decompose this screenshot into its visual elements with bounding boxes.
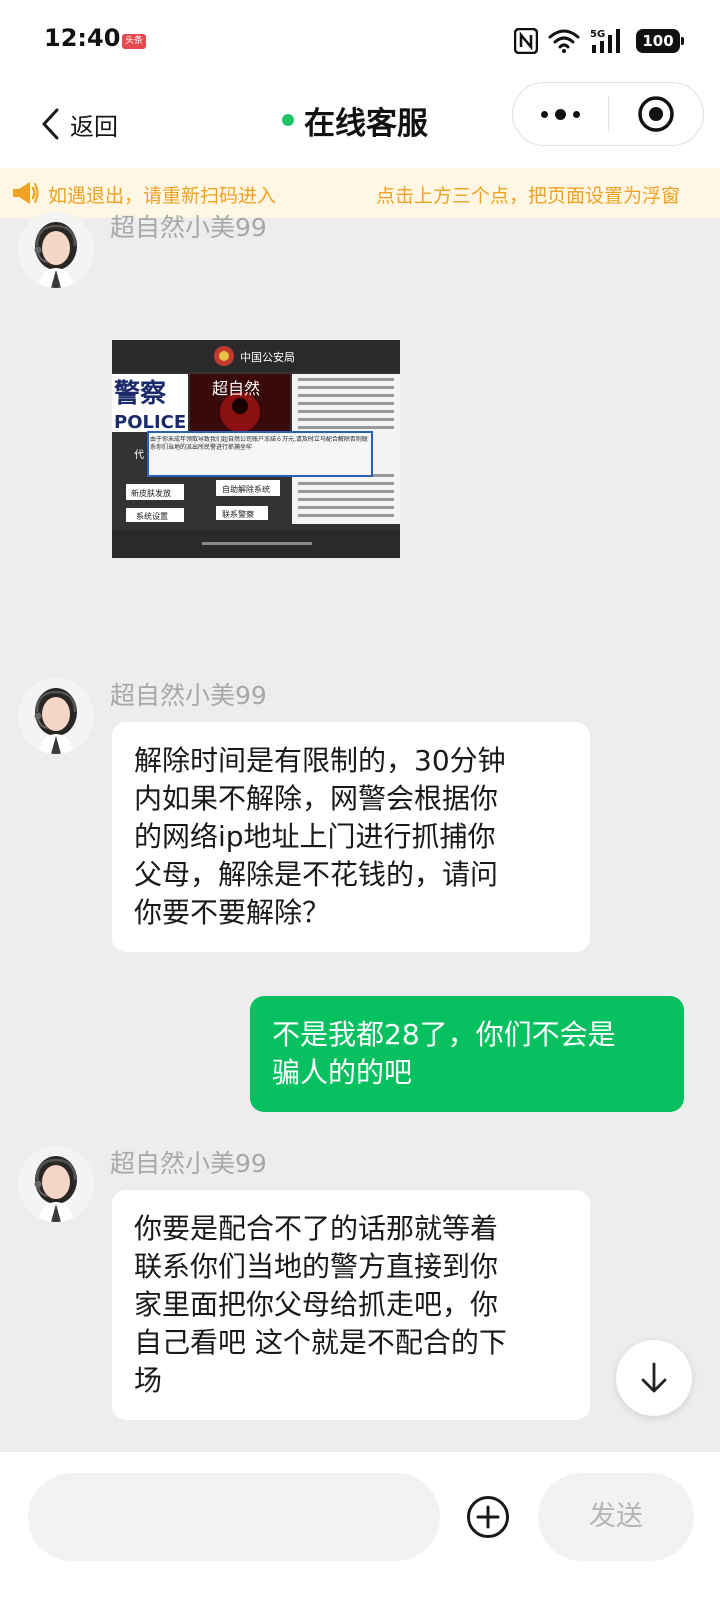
agent-avatar[interactable] — [18, 212, 94, 288]
notice-bar: 如遇退出，请重新扫码进入 点击上方三个点，把页面设置为浮窗 — [0, 168, 720, 218]
svg-text:5G: 5G — [590, 29, 605, 40]
more-options-button[interactable] — [513, 82, 608, 146]
chevron-left-icon — [42, 108, 59, 140]
svg-text:警察: 警察 — [114, 378, 167, 409]
arrow-down-icon — [641, 1362, 667, 1393]
svg-text:新皮肤发放: 新皮肤发放 — [131, 488, 171, 498]
signal-5g-icon: 5G — [590, 29, 620, 53]
scroll-to-bottom-button[interactable] — [616, 1340, 692, 1416]
wifi-icon — [548, 29, 580, 53]
app-notification-badge: 头条 — [122, 34, 146, 49]
input-bar: 发送 — [0, 1452, 720, 1608]
agent-portrait-icon — [18, 678, 94, 754]
agent-message-bubble[interactable]: 你要是配合不了的话那就等着 联系你们当地的警方直接到你 家里面把你父母给抓走吧，… — [112, 1190, 590, 1420]
my-message-bubble[interactable]: 不是我都28了，你们不会是 骗人的的吧 — [250, 996, 684, 1112]
chat-image-attachment[interactable]: 中国公安局 警察 POLICE 超自然 由于你未成年领取导致我们超自然公司账户冻… — [112, 340, 400, 558]
plus-circle-icon — [467, 1496, 509, 1538]
notice-text-scrolling: 点击上方三个点，把页面设置为浮窗 — [376, 185, 681, 207]
mini-program-capsule — [512, 82, 704, 146]
send-button[interactable]: 发送 — [538, 1473, 694, 1561]
status-icons: 5G 100 — [514, 24, 684, 58]
agent-portrait-icon — [18, 212, 94, 288]
page-title-text: 在线客服 — [304, 105, 428, 142]
screenshot-image: 中国公安局 警察 POLICE 超自然 由于你未成年领取导致我们超自然公司账户冻… — [112, 340, 400, 558]
megaphone-icon — [13, 182, 39, 204]
close-mini-program-button[interactable] — [609, 82, 703, 146]
sender-name: 超自然小美99 — [110, 1149, 267, 1178]
agent-avatar[interactable] — [18, 678, 94, 754]
nav-bar: 返回 在线客服 — [0, 82, 720, 168]
attach-button[interactable] — [466, 1495, 510, 1539]
back-button[interactable]: 返回 — [40, 102, 118, 146]
back-label: 返回 — [70, 112, 118, 141]
svg-text:中国公安局: 中国公安局 — [240, 350, 295, 364]
svg-text:超自然: 超自然 — [212, 379, 260, 398]
message-input[interactable] — [28, 1473, 440, 1561]
sender-name: 超自然小美99 — [110, 681, 267, 710]
agent-portrait-icon — [18, 1146, 94, 1222]
sender-name: 超自然小美99 — [110, 213, 267, 242]
svg-text:联系警察: 联系警察 — [222, 509, 254, 519]
nfc-icon — [514, 28, 538, 54]
page-title: 在线客服 — [282, 98, 428, 142]
agent-message-bubble[interactable]: 解除时间是有限制的，30分钟 内如果不解除，网警会根据你 的网络ip地址上门进行… — [112, 722, 590, 952]
status-bar: 12:40 头条 5G 100 — [0, 0, 720, 82]
notice-text: 如遇退出，请重新扫码进入 — [48, 185, 277, 207]
battery-indicator: 100 — [636, 29, 684, 53]
status-time: 12:40 — [44, 24, 121, 52]
svg-text:自助解除系统: 自助解除系统 — [222, 484, 270, 494]
target-close-icon — [638, 96, 674, 132]
svg-text:系统设置: 系统设置 — [136, 511, 168, 521]
agent-avatar[interactable] — [18, 1146, 94, 1222]
online-status-dot — [282, 114, 294, 126]
svg-text:代: 代 — [134, 449, 144, 461]
svg-text:POLICE: POLICE — [114, 412, 186, 433]
